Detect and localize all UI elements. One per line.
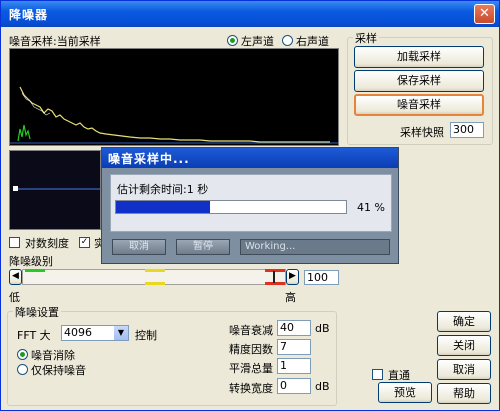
progress-bar	[115, 200, 347, 214]
precision-input[interactable]: 7	[277, 339, 311, 355]
spectrum-label: 噪音采样:当前采样	[9, 35, 101, 48]
window-title: 降噪器	[9, 8, 49, 22]
reduction-unit: dB	[315, 322, 330, 335]
precision-label: 精度因数	[229, 343, 273, 356]
slider-right-arrow[interactable]: ▶	[286, 269, 299, 285]
left-channel-radio[interactable]	[227, 35, 238, 46]
spectrum-display[interactable]	[9, 48, 339, 146]
transition-label: 转换宽度	[229, 382, 273, 395]
mode-keep-radio[interactable]	[17, 364, 28, 375]
close-icon: ✕	[479, 6, 490, 21]
noise-reduction-window: 降噪器 ✕ 噪音采样:当前采样 左声道 右声道 对数刻度 ✓ 实 降噪级别 ◀	[0, 0, 500, 411]
smoothing-label: 平滑总量	[229, 362, 273, 375]
curve-display[interactable]	[9, 150, 101, 230]
progress-dialog: 噪音采样中... 估计剩余时间:1 秒 41 % 取消 暂停 Working..…	[101, 147, 399, 264]
slider-thumb[interactable]	[273, 271, 275, 283]
second-option-checkbox[interactable]: ✓	[79, 237, 90, 248]
left-channel-label: 左声道	[241, 35, 274, 48]
transition-input[interactable]: 0	[277, 378, 311, 394]
high-label: 高	[285, 291, 296, 304]
log-scale-checkbox[interactable]	[9, 237, 20, 248]
right-channel-radio[interactable]	[282, 35, 293, 46]
low-marker	[25, 269, 45, 272]
progress-body: 估计剩余时间:1 秒 41 %	[110, 174, 392, 232]
dialog-pause-button[interactable]: 暂停	[176, 239, 230, 255]
progress-dialog-title-bar[interactable]: 噪音采样中...	[102, 148, 398, 168]
fft-label: FFT 大	[17, 329, 51, 342]
curve-graphic	[13, 186, 100, 191]
mode-remove-radio[interactable]	[17, 349, 28, 360]
high-marker	[265, 269, 285, 272]
mode-remove-label: 噪音消除	[31, 349, 75, 362]
passthrough-checkbox[interactable]	[372, 369, 383, 380]
window-close-button[interactable]: ✕	[474, 4, 495, 24]
save-sample-button[interactable]: 保存采样	[354, 70, 484, 92]
low-label: 低	[9, 291, 20, 304]
sampling-group-title: 采样	[353, 30, 379, 46]
noise-level-input[interactable]: 100	[304, 270, 339, 285]
noise-level-slider[interactable]	[22, 269, 286, 285]
dialog-status-field: Working...	[240, 239, 390, 255]
right-channel-label: 右声道	[296, 35, 329, 48]
progress-percent: 41 %	[357, 201, 385, 214]
dialog-cancel-button[interactable]: 取消	[112, 239, 166, 255]
passthrough-label: 直通	[388, 369, 410, 382]
transition-unit: dB	[315, 380, 330, 393]
chevron-down-icon[interactable]: ▼	[114, 326, 128, 340]
load-sample-button[interactable]: 加载采样	[354, 46, 484, 68]
spectrum-trace-graphic	[10, 86, 338, 144]
progress-dialog-title: 噪音采样中...	[108, 152, 190, 166]
reduction-label: 噪音衰减	[229, 324, 273, 337]
smoothing-input[interactable]: 1	[277, 358, 311, 374]
close-button[interactable]: 关闭	[437, 335, 491, 356]
fft-size-value: 4096	[64, 326, 92, 339]
mode-keep-label: 仅保持噪音	[31, 364, 86, 377]
cancel-button[interactable]: 取消	[437, 359, 491, 380]
fft-size-select[interactable]: 4096 ▼	[61, 325, 129, 341]
noise-sample-button[interactable]: 噪音采样	[354, 94, 484, 116]
noise-level-label: 降噪级别	[9, 255, 53, 268]
arrow-left-icon: ◀	[12, 271, 19, 281]
settings-group-title: 降噪设置	[13, 304, 61, 320]
high-marker-bottom	[265, 282, 285, 285]
mid-marker	[145, 269, 165, 272]
control-label: 控制	[135, 329, 157, 342]
progress-bar-fill	[116, 201, 210, 213]
arrow-right-icon: ▶	[289, 271, 296, 281]
preview-button[interactable]: 预览	[378, 382, 432, 403]
reduction-input[interactable]: 40	[277, 320, 311, 336]
log-scale-label: 对数刻度	[25, 237, 69, 250]
help-button[interactable]: 帮助	[437, 383, 491, 404]
time-estimate-text: 估计剩余时间:1 秒	[117, 183, 209, 196]
title-bar[interactable]: 降噪器 ✕	[1, 1, 499, 27]
slider-left-arrow[interactable]: ◀	[9, 269, 22, 285]
snapshot-input[interactable]: 300	[450, 122, 484, 138]
snapshot-label: 采样快照	[400, 126, 444, 139]
ok-button[interactable]: 确定	[437, 311, 491, 332]
mid-marker-bottom	[145, 282, 165, 285]
